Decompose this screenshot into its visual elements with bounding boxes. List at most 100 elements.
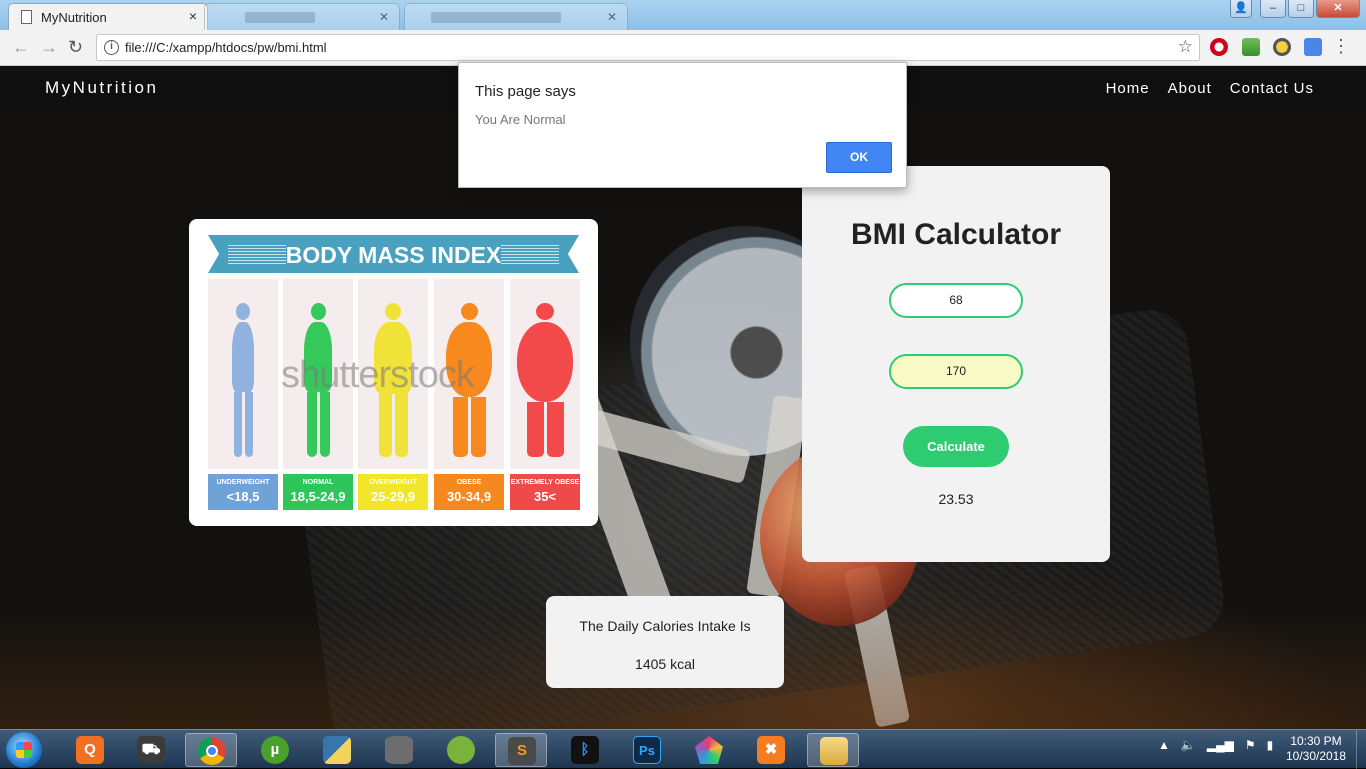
bmi-tag-label: EXTREMELY OBESE (510, 479, 580, 486)
bmi-result: 23.53 (938, 491, 974, 507)
taskbar-app-chrome[interactable] (185, 733, 237, 767)
back-arrow-icon[interactable]: ← (12, 37, 30, 57)
clock-date: 10/30/2018 (1285, 749, 1347, 763)
bmi-banner: BODY MASS INDEX (208, 235, 579, 273)
bmi-tag-range: 25-29,9 (370, 489, 416, 504)
calories-card: The Daily Calories Intake Is 1405 kcal (546, 596, 784, 688)
volume-icon[interactable]: 🔈 (1181, 738, 1196, 752)
bmi-tag-label: UNDERWEIGHT (216, 479, 270, 486)
bmi-tag-obese: OBESE 30-34,9 (434, 474, 504, 510)
q-app-icon: Q (76, 736, 104, 764)
dialog-title: This page says (475, 83, 576, 100)
xampp-icon: ✖ (757, 736, 785, 764)
extension-icon[interactable] (1273, 38, 1291, 56)
bmi-tag-extremely-obese: EXTREMELY OBESE 35< (510, 474, 580, 510)
ok-button[interactable]: OK (826, 142, 892, 173)
user-icon[interactable]: 👤 (1230, 0, 1252, 18)
taskbar-app-photoshop[interactable]: Ps (621, 733, 673, 767)
forward-arrow-icon[interactable]: → (40, 37, 58, 57)
bmi-tag-label: OBESE (456, 479, 482, 486)
taskbar-app-python[interactable] (311, 733, 363, 767)
tab-background-2[interactable]: ✕ (404, 3, 628, 30)
browser-toolbar: ← → ↻ i file:///C:/xampp/htdocs/pw/bmi.h… (0, 30, 1366, 66)
watermark: shutterstock (281, 354, 475, 396)
bmi-column-underweight (208, 279, 278, 469)
alert-dialog: This page says You Are Normal OK (458, 62, 907, 188)
extremely-obese-figure-icon (517, 303, 573, 457)
show-hidden-icons-icon[interactable]: ▲ (1158, 738, 1170, 752)
android-studio-icon (447, 736, 475, 764)
taskbar-app-database[interactable] (373, 733, 425, 767)
windows-taskbar: Q ⛟ µ S ᛒ Ps ✖ ▲ 🔈 ▂▄▆ ⚑ ▮ 10:30 PM 10/3… (0, 729, 1366, 769)
translate-extension-icon[interactable] (1304, 38, 1322, 56)
bmi-tag-range: 30-34,9 (446, 489, 492, 504)
taskbar-app-explorer[interactable] (807, 733, 859, 767)
taskbar-app-truck[interactable]: ⛟ (125, 733, 177, 767)
nav-links: Home About Contact Us (1106, 80, 1314, 97)
taskbar-app-bluetooth[interactable]: ᛒ (559, 733, 611, 767)
reload-icon[interactable]: ↻ (68, 37, 83, 57)
tab-background-1[interactable]: ✕ (204, 3, 400, 30)
tab-close-icon[interactable]: × (189, 8, 197, 24)
browser-tab-strip: MyNutrition × ✕ ✕ 👤 – □ ✕ (0, 0, 1366, 30)
page-icon (21, 10, 32, 24)
nav-link-contact[interactable]: Contact Us (1230, 80, 1314, 97)
database-icon (385, 736, 413, 764)
taskbar-app-q[interactable]: Q (64, 733, 116, 767)
blurred-tab-title (431, 12, 561, 23)
bookmark-star-icon[interactable]: ☆ (1178, 37, 1193, 57)
opera-extension-icon[interactable] (1210, 38, 1228, 56)
dialog-message: You Are Normal (475, 112, 566, 127)
info-icon[interactable]: i (104, 40, 119, 55)
taskbar-app-xampp[interactable]: ✖ (745, 733, 797, 767)
taskbar-app-sublime[interactable]: S (495, 733, 547, 767)
taskbar-app-android-studio[interactable] (435, 733, 487, 767)
truck-app-icon: ⛟ (137, 736, 165, 764)
system-tray: ▲ 🔈 ▂▄▆ ⚑ ▮ (1158, 738, 1273, 752)
photoshop-icon: Ps (633, 736, 661, 764)
site-brand[interactable]: MyNutrition (45, 78, 158, 98)
nav-link-about[interactable]: About (1168, 80, 1212, 97)
extension-icon[interactable] (1242, 38, 1260, 56)
bmi-tag-underweight: UNDERWEIGHT <18,5 (208, 474, 278, 510)
bmi-tag-normal: NORMAL 18,5-24,9 (283, 474, 353, 510)
folder-icon (820, 737, 848, 765)
bmi-tag-range: 18,5-24,9 (290, 489, 346, 504)
network-icon[interactable]: ▂▄▆ (1207, 738, 1234, 752)
height-input[interactable]: 170 (889, 354, 1023, 389)
bmi-tag-label: OVERWEIGHT (369, 479, 417, 486)
tab-close-icon[interactable]: ✕ (379, 10, 389, 24)
app-pentagon-icon (695, 736, 723, 764)
python-icon (323, 736, 351, 764)
bmi-tag-label: NORMAL (302, 479, 334, 486)
menu-icon[interactable]: ⋮ (1332, 36, 1350, 56)
start-button[interactable] (6, 732, 42, 768)
bmi-tag-range: <18,5 (226, 489, 260, 504)
tab-close-icon[interactable]: ✕ (607, 10, 617, 24)
taskbar-app-utorrent[interactable]: µ (249, 733, 301, 767)
tab-mynutrition[interactable]: MyNutrition × (8, 3, 208, 30)
taskbar-app-colorful[interactable] (683, 733, 735, 767)
calories-title: The Daily Calories Intake Is (579, 618, 751, 634)
bmi-calculator-card: BMI Calculator 68 170 Calculate 23.53 (802, 166, 1110, 562)
weight-input[interactable]: 68 (889, 283, 1023, 318)
close-window-button[interactable]: ✕ (1316, 0, 1360, 18)
bluetooth-icon: ᛒ (571, 736, 599, 764)
sublime-text-icon: S (508, 737, 536, 765)
clock-time: 10:30 PM (1290, 734, 1342, 748)
address-bar[interactable]: i file:///C:/xampp/htdocs/pw/bmi.html ☆ (96, 34, 1200, 61)
underweight-figure-icon (232, 303, 254, 457)
calories-value: 1405 kcal (635, 656, 695, 672)
window-controls: 👤 – □ ✕ (1230, 0, 1360, 18)
show-desktop-button[interactable] (1356, 730, 1366, 769)
minimize-button[interactable]: – (1260, 0, 1286, 18)
nav-link-home[interactable]: Home (1106, 80, 1150, 97)
flag-icon[interactable]: ⚑ (1245, 738, 1256, 752)
chrome-icon (198, 737, 226, 765)
bmi-tag-range: 35< (533, 489, 557, 504)
tab-title: MyNutrition (41, 10, 107, 25)
bmi-chart-image: BODY MASS INDEX shutterstock UNDERWEIGHT… (189, 219, 598, 526)
calculate-button[interactable]: Calculate (903, 426, 1009, 467)
maximize-button[interactable]: □ (1288, 0, 1314, 18)
system-clock[interactable]: 10:30 PM 10/30/2018 (1272, 734, 1360, 764)
